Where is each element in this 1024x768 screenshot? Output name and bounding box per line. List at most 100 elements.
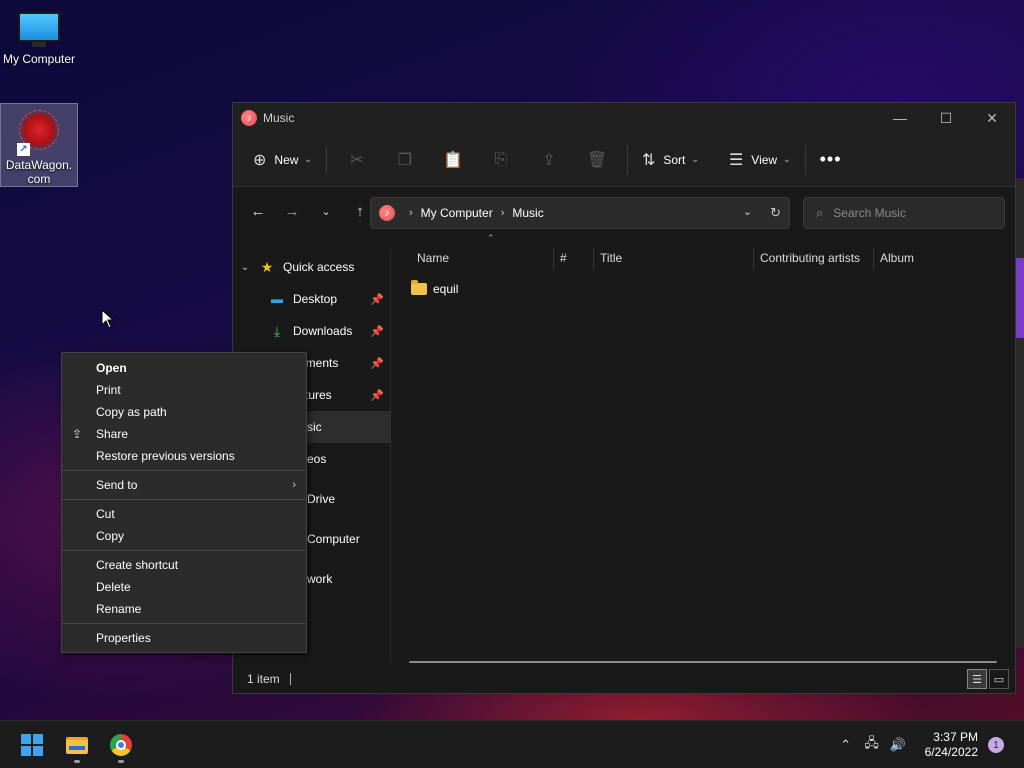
menu-item-share[interactable]: ⇪ Share (62, 423, 306, 445)
network-icon[interactable]: 🖧 (859, 734, 885, 756)
sort-button[interactable]: ⇅ Sort ⌄ (634, 144, 707, 176)
nav-item-quick-access[interactable]: ⌄ ★ Quick access (233, 251, 390, 283)
chrome-icon (110, 734, 132, 756)
back-arrow-icon[interactable]: ← (241, 203, 275, 220)
column-header-title[interactable]: Title (593, 247, 753, 269)
desktop-icon-label: My Computer (2, 52, 76, 66)
download-icon: ⤓ (273, 322, 281, 339)
plus-circle-icon: ⊕ (253, 151, 267, 169)
rename-icon[interactable]: ⎘ (477, 151, 525, 169)
view-label: View (751, 152, 778, 167)
nav-item-label: Quick access (283, 260, 355, 274)
refresh-icon[interactable]: ↻ (770, 205, 781, 221)
close-button[interactable]: ✕ (969, 103, 1015, 133)
shortcut-arrow-icon: ↗ (17, 143, 30, 156)
file-explorer-window: ♪ Music — ☐ ✕ ⊕ New ⌄ ✂ ❐ 📋 ⎘ ⇪ 🗑 ⇅ Sort… (232, 102, 1016, 694)
recent-locations-chevron-icon[interactable]: ⌄ (309, 205, 343, 218)
paste-icon[interactable]: 📋 (429, 150, 477, 170)
star-icon: ★ (260, 258, 274, 275)
column-label: Contributing artists (760, 251, 861, 265)
breadcrumb-music[interactable]: Music (512, 206, 543, 220)
menu-item-label: Open (96, 361, 127, 375)
menu-item-delete[interactable]: Delete (62, 576, 306, 598)
running-indicator (74, 760, 80, 763)
folder-icon (411, 280, 427, 295)
breadcrumb-chevron-icon: › (409, 207, 413, 219)
notification-badge[interactable]: 1 (988, 737, 1004, 753)
view-button[interactable]: ☰ View ⌄ (721, 144, 799, 176)
horizontal-scrollbar[interactable] (409, 661, 997, 663)
taskbar-chrome[interactable] (103, 729, 139, 763)
search-box[interactable]: ⌕ (803, 197, 1005, 229)
desktop-icon-my-computer[interactable]: My Computer (0, 8, 78, 66)
window-title: Music (263, 111, 295, 125)
taskbar-file-explorer[interactable] (59, 729, 95, 763)
list-item[interactable]: equil (411, 279, 458, 299)
start-button[interactable] (14, 729, 50, 761)
desktop-icon-label: DataWagon.com (5, 158, 73, 186)
sort-ascending-icon: ⌃ (487, 233, 495, 243)
menu-separator (62, 470, 306, 471)
column-headers: Name ⌃ # Title Contributing artists Albu… (403, 233, 1009, 269)
file-explorer-icon (66, 736, 88, 754)
toolbar-divider (804, 145, 806, 174)
delete-icon[interactable]: 🗑 (573, 150, 621, 170)
chevron-down-icon: ⌄ (691, 154, 699, 164)
menu-item-copy-as-path[interactable]: Copy as path (62, 401, 306, 423)
menu-item-label: Copy as path (96, 405, 167, 419)
taskbar: ⌃ 🖧 🔊 3:37 PM 6/24/2022 1 (0, 720, 1024, 768)
menu-item-restore-previous-versions[interactable]: Restore previous versions (62, 445, 306, 467)
desktop-icon-datawagon[interactable]: ↗ DataWagon.com (0, 103, 78, 187)
volume-icon[interactable]: 🔊 (885, 737, 911, 753)
toolbar-divider (325, 145, 327, 174)
music-location-icon: ♪ (379, 205, 395, 221)
maximize-button[interactable]: ☐ (923, 103, 969, 133)
details-view-icon[interactable]: ☰ (967, 669, 987, 689)
expand-chevron-icon[interactable]: ⌄ (233, 262, 257, 273)
nav-item-label: eos (307, 452, 327, 466)
nav-item-label: sic (307, 420, 322, 434)
file-list: Name ⌃ # Title Contributing artists Albu… (403, 233, 1008, 661)
nav-item-desktop[interactable]: ▬ Desktop 📌 (233, 283, 390, 315)
share-icon[interactable]: ⇪ (525, 150, 573, 170)
more-options-button[interactable]: ••• (812, 144, 850, 176)
breadcrumb-my-computer[interactable]: My Computer (421, 206, 493, 220)
menu-item-label: Share (96, 427, 129, 441)
toolbar-divider (626, 145, 628, 174)
search-input[interactable] (833, 206, 984, 220)
title-bar[interactable]: ♪ Music — ☐ ✕ (233, 103, 1015, 133)
column-header-name[interactable]: Name ⌃ (411, 233, 553, 269)
submenu-chevron-icon: › (292, 479, 296, 491)
copy-icon[interactable]: ❐ (381, 150, 429, 170)
minimize-button[interactable]: — (877, 103, 923, 133)
column-label: Title (600, 251, 623, 265)
clock[interactable]: 3:37 PM 6/24/2022 (925, 730, 978, 760)
menu-item-cut[interactable]: Cut (62, 503, 306, 525)
column-header-album[interactable]: Album (873, 247, 1009, 269)
context-menu: Open Print Copy as path ⇪ Share Restore p… (61, 352, 307, 653)
menu-item-send-to[interactable]: Send to › (62, 474, 306, 496)
menu-item-rename[interactable]: Rename (62, 598, 306, 620)
address-history-chevron-icon[interactable]: ⌄ (743, 205, 752, 221)
nav-item-label: Downloads (293, 324, 353, 338)
forward-arrow-icon[interactable]: → (275, 203, 309, 220)
cut-icon[interactable]: ✂ (333, 150, 381, 170)
column-header-contributing-artists[interactable]: Contributing artists (753, 247, 873, 269)
menu-item-label: Cut (96, 507, 115, 521)
system-tray: ⌃ 🖧 🔊 3:37 PM 6/24/2022 1 (833, 721, 1024, 768)
nav-item-downloads[interactable]: ⤓ Downloads 📌 (233, 315, 390, 347)
menu-item-properties[interactable]: Properties (62, 627, 306, 649)
address-bar[interactable]: ♪ › My Computer › Music ⌄ ↻ (370, 197, 790, 229)
menu-item-open[interactable]: Open (62, 357, 306, 379)
menu-item-print[interactable]: Print (62, 379, 306, 401)
column-header-number[interactable]: # (553, 247, 593, 269)
pin-icon: 📌 (370, 357, 384, 370)
pin-icon: 📌 (370, 293, 384, 306)
large-icons-view-icon[interactable]: ▭ (989, 669, 1009, 689)
menu-item-create-shortcut[interactable]: Create shortcut (62, 554, 306, 576)
status-divider (289, 673, 291, 685)
menu-item-copy[interactable]: Copy (62, 525, 306, 547)
sort-icon: ⇅ (641, 151, 656, 169)
new-button[interactable]: ⊕ New ⌄ (245, 144, 320, 176)
show-hidden-icons-chevron-icon[interactable]: ⌃ (833, 737, 859, 753)
